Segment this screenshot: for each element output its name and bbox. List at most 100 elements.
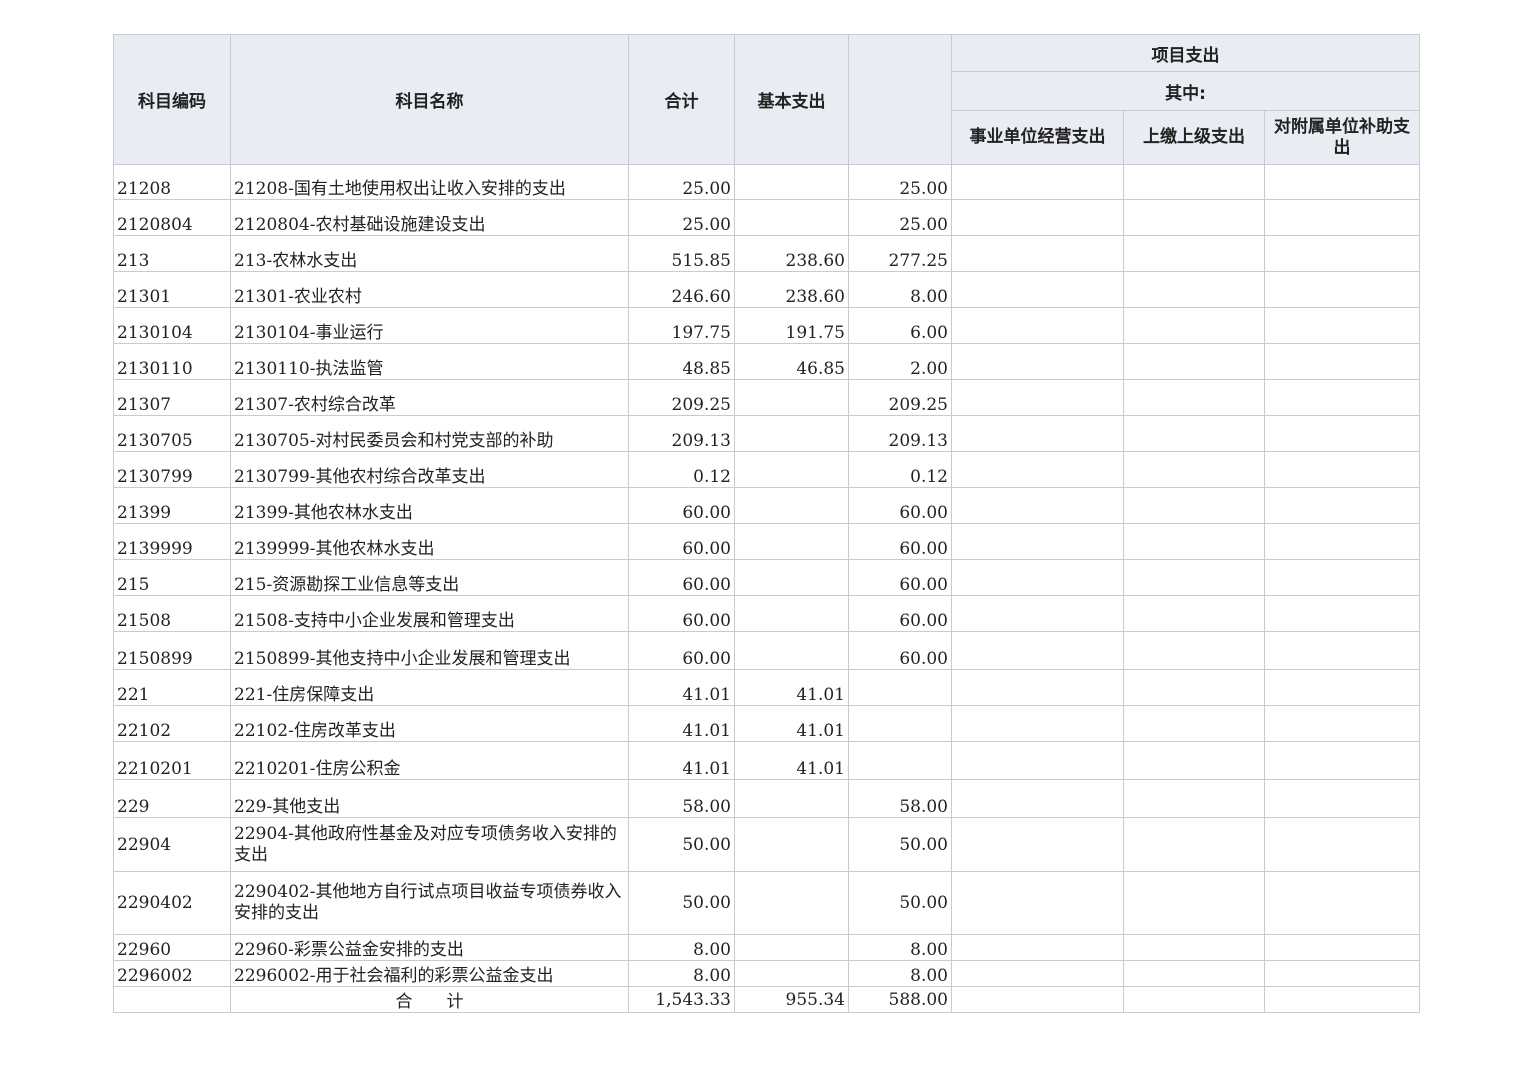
table-row: 22904 22904-其他政府性基金及对应专项债务收入安排的支出 50.00 … [113, 817, 1420, 872]
row-basic [734, 595, 849, 632]
table-body: 21208 21208-国有土地使用权出让收入安排的支出 25.00 25.00… [113, 164, 1420, 1013]
header-of-which: 其中: [951, 71, 1420, 111]
total-code [113, 986, 231, 1013]
row-code: 215 [113, 559, 231, 596]
row-project: 25.00 [848, 199, 952, 236]
row-basic: 238.60 [734, 271, 849, 308]
row-total: 58.00 [628, 779, 735, 818]
header-basic: 基本支出 [734, 34, 849, 165]
table-row: 229 229-其他支出 58.00 58.00 [113, 779, 1420, 818]
row-total: 60.00 [628, 595, 735, 632]
row-total: 60.00 [628, 559, 735, 596]
row-total: 8.00 [628, 960, 735, 987]
row-total: 41.01 [628, 669, 735, 706]
row-business [951, 705, 1124, 742]
header-project [848, 34, 952, 165]
row-code: 2130104 [113, 307, 231, 344]
row-name: 215-资源勘探工业信息等支出 [230, 559, 629, 596]
header-business: 事业单位经营支出 [951, 110, 1124, 165]
row-total: 197.75 [628, 307, 735, 344]
row-name: 2120804-农村基础设施建设支出 [230, 199, 629, 236]
row-business [951, 199, 1124, 236]
row-name: 2210201-住房公积金 [230, 741, 629, 780]
row-name: 21508-支持中小企业发展和管理支出 [230, 595, 629, 632]
row-basic [734, 523, 849, 560]
table-row: 221 221-住房保障支出 41.01 41.01 [113, 669, 1420, 706]
row-business [951, 817, 1124, 872]
row-upper [1123, 595, 1265, 632]
row-upper [1123, 741, 1265, 780]
row-total: 8.00 [628, 934, 735, 961]
table-row: 2210201 2210201-住房公积金 41.01 41.01 [113, 741, 1420, 780]
row-project: 60.00 [848, 523, 952, 560]
row-upper [1123, 631, 1265, 670]
row-code: 2120804 [113, 199, 231, 236]
table-row: 2130110 2130110-执法监管 48.85 46.85 2.00 [113, 343, 1420, 380]
row-total: 50.00 [628, 817, 735, 872]
table-row: 2130104 2130104-事业运行 197.75 191.75 6.00 [113, 307, 1420, 344]
row-code: 2296002 [113, 960, 231, 987]
row-total: 25.00 [628, 164, 735, 200]
row-name: 21307-农村综合改革 [230, 379, 629, 416]
row-project: 6.00 [848, 307, 952, 344]
row-total: 60.00 [628, 523, 735, 560]
row-basic: 41.01 [734, 705, 849, 742]
row-business [951, 559, 1124, 596]
row-upper [1123, 199, 1265, 236]
row-upper [1123, 705, 1265, 742]
row-subsidy [1264, 307, 1420, 344]
row-subsidy [1264, 164, 1420, 200]
row-name: 22102-住房改革支出 [230, 705, 629, 742]
row-project: 60.00 [848, 631, 952, 670]
table-row: 2139999 2139999-其他农林水支出 60.00 60.00 [113, 523, 1420, 560]
row-project: 277.25 [848, 235, 952, 272]
row-project: 60.00 [848, 487, 952, 524]
row-project: 58.00 [848, 779, 952, 818]
row-project [848, 669, 952, 706]
row-code: 2150899 [113, 631, 231, 670]
row-basic [734, 199, 849, 236]
table-row: 213 213-农林水支出 515.85 238.60 277.25 [113, 235, 1420, 272]
row-name: 2296002-用于社会福利的彩票公益金支出 [230, 960, 629, 987]
row-subsidy [1264, 379, 1420, 416]
row-basic [734, 559, 849, 596]
table-header: 科目编码 科目名称 合计 基本支出 项目支出 其中: 事业单位经营支出 上缴上级… [113, 34, 1420, 165]
row-business [951, 271, 1124, 308]
table-row: 21307 21307-农村综合改革 209.25 209.25 [113, 379, 1420, 416]
row-business [951, 669, 1124, 706]
row-basic: 238.60 [734, 235, 849, 272]
row-subsidy [1264, 595, 1420, 632]
table-row: 2290402 2290402-其他地方自行试点项目收益专项债券收入安排的支出 … [113, 871, 1420, 935]
row-project: 8.00 [848, 960, 952, 987]
row-name: 2130104-事业运行 [230, 307, 629, 344]
row-project: 209.25 [848, 379, 952, 416]
row-business [951, 595, 1124, 632]
table-row: 215 215-资源勘探工业信息等支出 60.00 60.00 [113, 559, 1420, 596]
row-business [951, 379, 1124, 416]
row-code: 2130705 [113, 415, 231, 452]
total-project: 588.00 [848, 986, 952, 1013]
row-name: 2130705-对村民委员会和村党支部的补助 [230, 415, 629, 452]
row-name: 22904-其他政府性基金及对应专项债务收入安排的支出 [230, 817, 629, 872]
row-basic [734, 871, 849, 935]
row-code: 21208 [113, 164, 231, 200]
row-project: 60.00 [848, 595, 952, 632]
total-label: 合 计 [230, 986, 629, 1013]
total-row: 合 计 1,543.33 955.34 588.00 [113, 986, 1420, 1013]
row-name: 21399-其他农林水支出 [230, 487, 629, 524]
row-total: 246.60 [628, 271, 735, 308]
row-basic [734, 934, 849, 961]
row-name: 2139999-其他农林水支出 [230, 523, 629, 560]
row-business [951, 307, 1124, 344]
table-row: 2130705 2130705-对村民委员会和村党支部的补助 209.13 20… [113, 415, 1420, 452]
row-code: 2130110 [113, 343, 231, 380]
table-row: 21399 21399-其他农林水支出 60.00 60.00 [113, 487, 1420, 524]
row-code: 21307 [113, 379, 231, 416]
row-subsidy [1264, 235, 1420, 272]
row-code: 229 [113, 779, 231, 818]
row-name: 2130110-执法监管 [230, 343, 629, 380]
row-business [951, 960, 1124, 987]
row-subsidy [1264, 271, 1420, 308]
row-name: 2130799-其他农村综合改革支出 [230, 451, 629, 488]
row-basic [734, 631, 849, 670]
